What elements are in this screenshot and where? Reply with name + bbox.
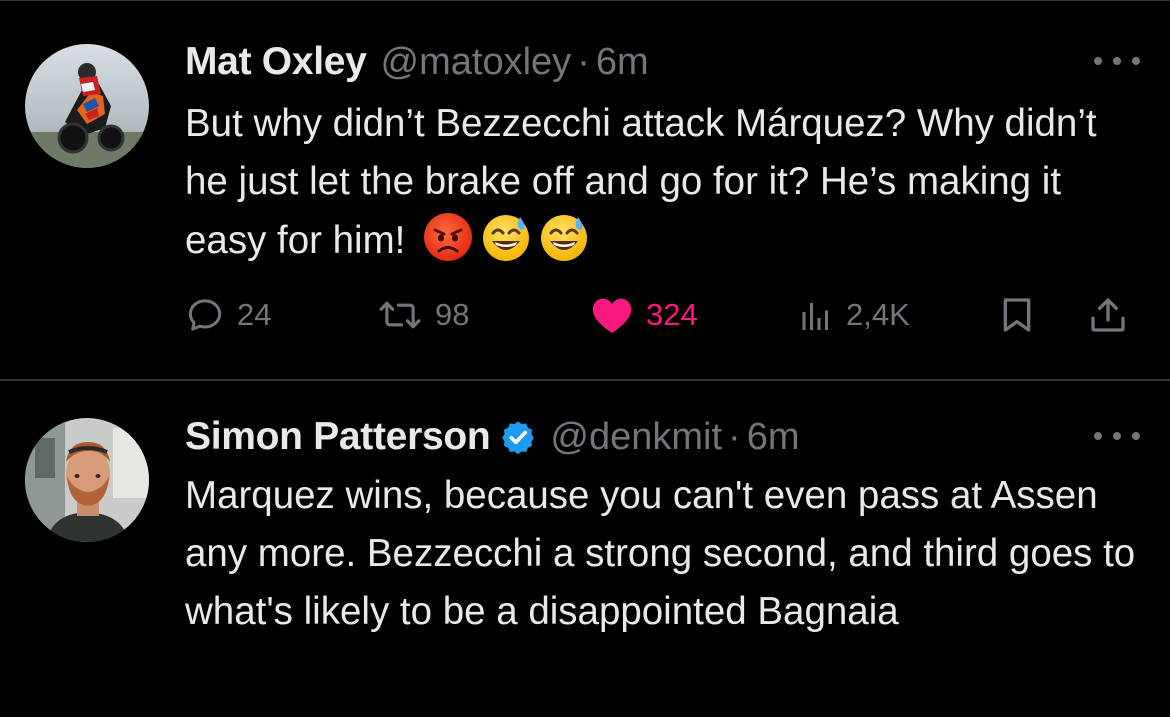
author-handle[interactable]: @denkmit — [550, 416, 722, 459]
reply-count: 24 — [237, 297, 272, 332]
timestamp[interactable]: 6m — [747, 416, 800, 459]
heart-icon — [592, 298, 632, 334]
reply-icon — [188, 299, 222, 331]
tweet-header: Mat Oxley @matoxley · 6m — [185, 38, 649, 86]
separator-dot: · — [728, 415, 741, 458]
more-options-icon[interactable] — [1094, 51, 1140, 71]
views-button[interactable]: 2,4K — [798, 290, 910, 340]
grinning-sweat-emoji — [483, 215, 530, 261]
tweet-text: Marquez wins, because you can't even pas… — [185, 467, 1145, 641]
like-button[interactable]: 324 — [590, 290, 698, 340]
author-name[interactable]: Mat Oxley — [185, 40, 367, 84]
tweet-text-content: But why didn’t Bezzecchi attack Márquez?… — [185, 102, 1097, 262]
share-icon — [1091, 298, 1125, 332]
avatar[interactable] — [25, 418, 149, 542]
tweet-header: Simon Patterson @denkmit · 6m — [185, 413, 799, 461]
bookmark-button[interactable] — [997, 290, 1037, 340]
reply-button[interactable]: 24 — [185, 290, 271, 340]
grinning-sweat-emoji — [541, 215, 588, 261]
separator-dot: · — [577, 40, 590, 83]
timestamp[interactable]: 6m — [596, 41, 649, 84]
repost-button[interactable]: 98 — [377, 290, 469, 340]
tweet[interactable]: Mat Oxley @matoxley · 6m But why didn’t … — [0, 0, 1170, 380]
tweet[interactable]: Simon Patterson @denkmit · 6m Marquez wi… — [0, 381, 1170, 717]
views-icon — [802, 303, 828, 330]
more-options-icon[interactable] — [1094, 426, 1140, 446]
angry-face-emoji — [424, 213, 473, 261]
author-handle[interactable]: @matoxley — [381, 41, 572, 84]
repost-icon — [379, 301, 421, 329]
share-button[interactable] — [1088, 290, 1128, 340]
avatar[interactable] — [25, 44, 149, 168]
tweet-text: But why didn’t Bezzecchi attack Márquez?… — [185, 95, 1145, 270]
repost-count: 98 — [435, 297, 470, 332]
like-count: 324 — [646, 297, 698, 332]
verified-badge-icon[interactable] — [500, 419, 536, 455]
view-count: 2,4K — [846, 297, 910, 332]
tweet-actions: 24 98 324 2,4K — [185, 290, 1145, 340]
author-name[interactable]: Simon Patterson — [185, 415, 491, 459]
bookmark-icon — [1003, 298, 1031, 332]
tweet-text-content: Marquez wins, because you can't even pas… — [185, 474, 1136, 633]
